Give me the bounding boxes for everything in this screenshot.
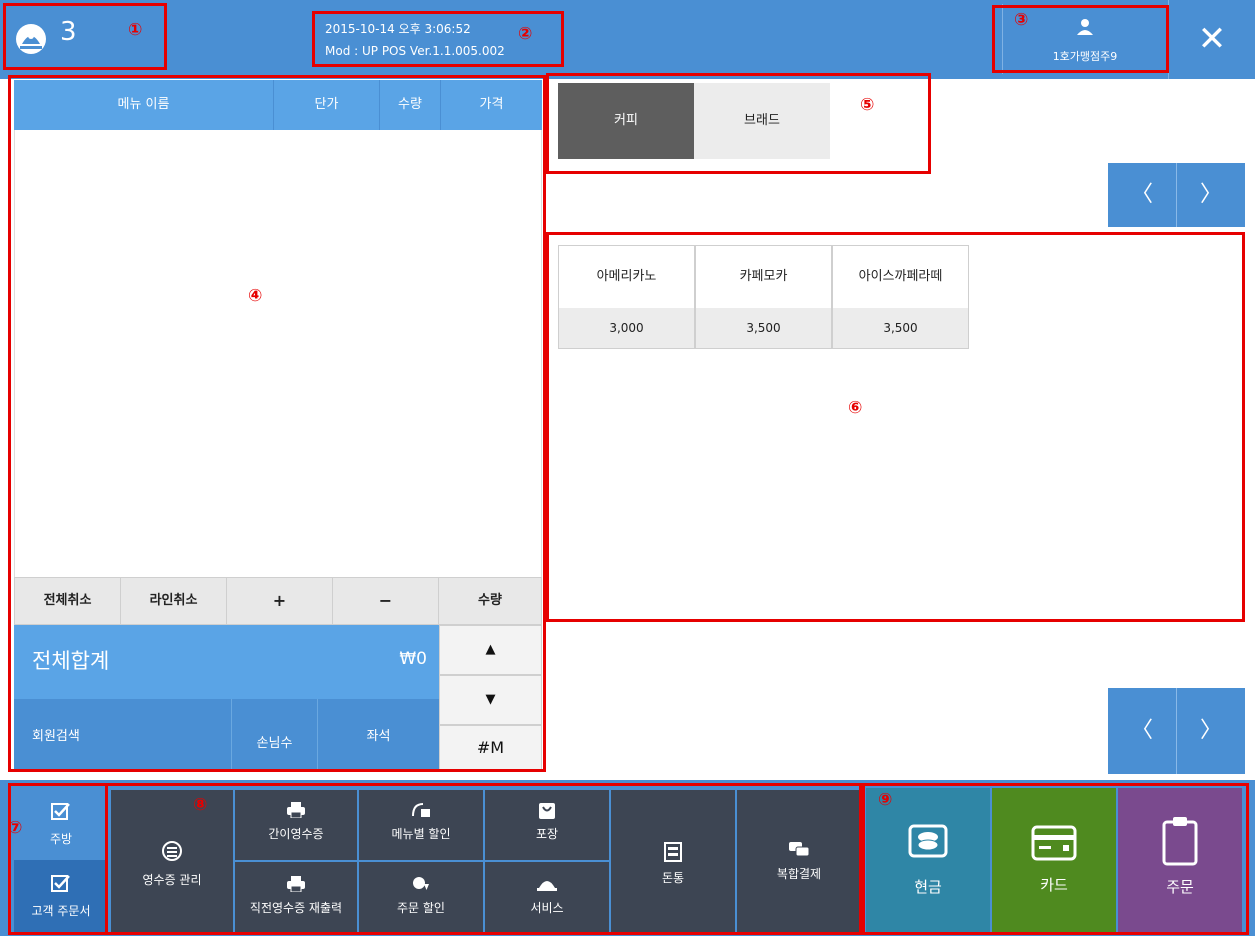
clipboard-icon [1118,814,1242,870]
total-value: ₩0 [399,649,427,669]
total-label: 전체합계 [32,649,110,673]
receipt-mgmt-label: 영수증 관리 [142,873,202,887]
annotation-4: ④ [248,286,263,306]
order-label: 주문 [1166,878,1194,896]
menu-item-price: 3,500 [833,308,968,348]
split-pay-label: 복합결제 [776,867,822,881]
total-panel: 전체합계 ₩0 [14,625,439,699]
cancel-line-button[interactable]: 라인취소 [120,577,227,625]
col-menu-name: 메뉴 이름 [14,80,274,130]
kitchen-label: 주방 [49,832,73,846]
category-bread[interactable]: 브래드 [694,83,830,159]
cash-drawer-label: 돈통 [661,871,685,885]
minus-button[interactable]: − [332,577,439,625]
annotation-6: ⑥ [848,398,863,418]
menu-item-name: 아메리카노 [596,269,657,284]
cloche-icon [485,876,609,895]
menu-discount-button[interactable]: 메뉴별 할인 [359,790,483,860]
annotation-7: ⑦ [8,818,23,838]
category-prev-button[interactable]: 〈 [1108,163,1176,227]
close-icon[interactable]: ✕ [1168,0,1255,79]
scroll-down-button[interactable]: ▼ [439,675,542,725]
menu-item-name: 카페모카 [739,269,788,284]
simple-receipt-label: 간이영수증 [268,827,324,841]
annotation-2: ② [518,24,533,44]
bag-icon [485,802,609,823]
category-coffee[interactable]: 커피 [558,83,694,159]
datetime: 2015-10-14 오후 3:06:52 [325,22,471,36]
checkbox-icon [14,802,108,824]
order-discount-button[interactable]: 주문 할인 [359,862,483,932]
annotation-1: ① [128,20,143,40]
hash-m-button[interactable]: #M [439,725,542,771]
cash-label: 현금 [914,878,942,896]
scroll-up-button[interactable]: ▲ [439,625,542,675]
reprint-last-label: 직전영수증 재출력 [249,901,343,915]
reprint-last-button[interactable]: 직전영수증 재출력 [235,862,357,932]
checkbox-icon [14,874,108,896]
table-number: 3 [60,17,77,47]
packing-button[interactable]: 포장 [485,790,609,860]
order-discount-label: 주문 할인 [397,901,445,915]
menu-item-iced-latte[interactable]: 아이스까페라떼 3,500 [832,245,969,349]
menu-next-button[interactable]: 〉 [1177,688,1245,774]
menu-discount-icon [359,802,483,821]
order-controls: 전체취소 라인취소 + − 수량 [14,577,542,625]
split-pay-button[interactable]: 복합결제 [737,790,861,932]
card-label: 카드 [1040,876,1068,894]
member-row: 회원검색 손님수 좌석 [14,699,439,771]
menu-discount-label: 메뉴별 할인 [391,827,451,841]
drawer-icon [611,842,735,865]
printer-icon [235,802,357,821]
cash-drawer-button[interactable]: 돈통 [611,790,735,932]
order-list[interactable] [14,130,542,577]
category-next-button[interactable]: 〉 [1177,163,1245,227]
receipt-mgmt-button[interactable]: 영수증 관리 [111,790,233,932]
version-info: Mod : UP POS Ver.1.1.005.002 [325,44,505,58]
annotation-3: ③ [1014,10,1029,30]
order-button[interactable]: 주문 [1118,788,1242,933]
menu-prev-button[interactable]: 〈 [1108,688,1176,774]
annotation-8: ⑧ [193,795,208,815]
cash-icon [866,822,990,868]
packing-label: 포장 [535,827,559,841]
card-pay-button[interactable]: 카드 [992,788,1116,933]
seat-button[interactable]: 좌석 [318,699,439,771]
simple-receipt-button[interactable]: 간이영수증 [235,790,357,860]
customer-order-label: 고객 주문서 [31,904,91,918]
kitchen-toggle[interactable]: 주방 [14,790,108,858]
customer-order-toggle[interactable]: 고객 주문서 [14,860,108,932]
annotation-5: ⑤ [860,95,875,115]
pos-logo-icon [14,22,48,60]
chat-icon [737,842,861,861]
card-icon [992,824,1116,866]
user-name: 1호가맹점주9 [1052,50,1118,63]
menu-item-price: 3,000 [559,308,694,348]
menu-item-americano[interactable]: 아메리카노 3,000 [558,245,695,349]
printer-icon [235,876,357,895]
service-label: 서비스 [530,901,564,915]
annotation-9: ⑨ [878,790,893,810]
menu-item-name: 아이스까페라떼 [858,269,943,284]
cancel-all-button[interactable]: 전체취소 [14,577,121,625]
menu-item-price: 3,500 [696,308,831,348]
top-bar: 3 2015-10-14 오후 3:06:52 Mod : UP POS Ver… [0,0,1255,79]
menu-item-cafe-mocha[interactable]: 카페모카 3,500 [695,245,832,349]
guest-count-button[interactable]: 손님수 [232,699,318,771]
service-button[interactable]: 서비스 [485,862,609,932]
col-quantity: 수량 [380,80,441,130]
user-icon [1076,18,1094,40]
member-search-button[interactable]: 회원검색 [14,699,232,771]
plus-button[interactable]: + [226,577,333,625]
col-price: 가격 [479,97,504,112]
order-discount-icon [359,876,483,895]
order-table-header: 메뉴 이름 단가 수량 가격 [14,80,542,130]
col-unit-price: 단가 [274,80,380,130]
quantity-button[interactable]: 수량 [438,577,542,625]
receipt-mgmt-icon [111,840,233,865]
